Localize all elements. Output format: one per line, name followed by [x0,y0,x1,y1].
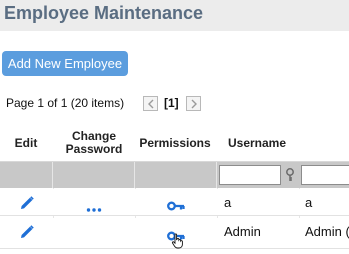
username-filter-input[interactable] [219,165,281,185]
change-password-ellipsis-icon[interactable] [86,200,102,218]
filter-cell-edit [0,162,53,188]
column-header-edit[interactable]: Edit [0,124,52,162]
next-column-filter-input[interactable] [301,165,349,185]
title-bar: Employee Maintenance [0,0,349,31]
chevron-right-icon [191,99,197,109]
column-header-change-password[interactable]: Change Password [54,124,134,162]
hand-cursor-icon [171,233,185,254]
filter-cell-permissions [135,162,217,188]
username-cell: Admin [224,224,261,239]
filter-key-icon[interactable] [285,168,295,187]
pager-prev-button[interactable] [143,96,158,111]
edit-pencil-icon[interactable] [19,224,35,245]
filter-row [0,162,349,188]
page-title: Employee Maintenance [4,3,204,23]
next-column-cell: a [305,195,313,210]
table-row[interactable]: Admin Admin ( [0,218,349,249]
add-new-employee-button[interactable]: Add New Employee [2,51,128,76]
next-column-cell: Admin ( [305,224,349,239]
filter-cell-change-password [53,162,135,188]
grid-header: Edit Change Password Permissions Usernam… [0,124,349,162]
table-row[interactable]: a a [0,189,349,216]
pager-current-page[interactable]: [1] [164,96,179,110]
edit-pencil-icon[interactable] [19,195,35,216]
username-cell: a [224,195,232,210]
column-header-username[interactable]: Username [217,124,297,162]
permissions-key-icon[interactable] [167,198,185,216]
pager-summary: Page 1 of 1 (20 items) [6,96,125,110]
pager-next-button[interactable] [186,96,201,111]
column-header-permissions[interactable]: Permissions [135,124,215,162]
chevron-left-icon [148,99,154,109]
